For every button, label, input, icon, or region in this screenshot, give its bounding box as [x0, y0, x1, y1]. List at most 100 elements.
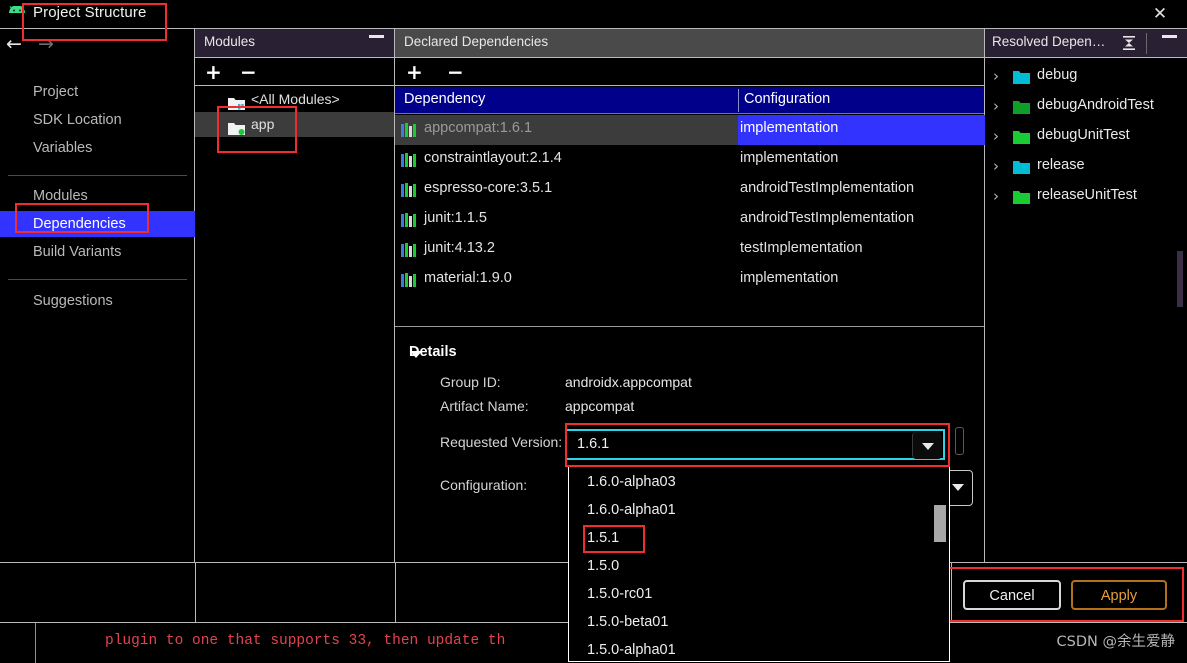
- collapse-icon[interactable]: [369, 35, 384, 38]
- footer-divider-1: [195, 562, 196, 622]
- add-module-button[interactable]: +: [205, 61, 222, 83]
- modules-toolbar: + −: [195, 58, 394, 86]
- header-divider: [1146, 33, 1147, 54]
- modules-panel-header: Modules: [195, 29, 394, 58]
- forward-arrow-icon[interactable]: →: [38, 33, 54, 55]
- artifact-name-value: appcompat: [565, 398, 635, 414]
- column-divider[interactable]: [738, 89, 739, 112]
- left-nav: ← → Project SDK Location Variables Modul…: [0, 28, 195, 562]
- android-icon: [6, 5, 28, 22]
- table-row[interactable]: espresso-core:3.5.1 androidTestImplement…: [395, 175, 984, 205]
- sidebar-item-modules[interactable]: Modules: [0, 183, 195, 209]
- table-row[interactable]: junit:4.13.2 testImplementation: [395, 235, 984, 265]
- resolved-item-debugandroidtest[interactable]: › debugAndroidTest: [985, 92, 1187, 122]
- dropdown-option[interactable]: 1.5.0: [569, 552, 949, 580]
- dependency-configuration: implementation: [740, 270, 839, 286]
- sidebar-item-dependencies[interactable]: Dependencies: [0, 211, 195, 237]
- chevron-right-icon[interactable]: ›: [993, 157, 999, 175]
- chevron-right-icon[interactable]: ›: [993, 127, 999, 145]
- expand-collapse-icon[interactable]: [1119, 34, 1139, 52]
- version-dropdown-list[interactable]: 1.6.0-alpha03 1.6.0-alpha01 1.5.1 1.5.0 …: [568, 465, 950, 662]
- group-id-label: Group ID:: [440, 374, 501, 390]
- dependency-configuration: implementation: [740, 150, 839, 166]
- sidebar-item-sdk-location[interactable]: SDK Location: [0, 107, 195, 133]
- resolved-item-label: releaseUnitTest: [1037, 187, 1137, 203]
- dependency-name: junit:1.1.5: [424, 210, 487, 226]
- resolved-item-releaseunittest[interactable]: › releaseUnitTest: [985, 182, 1187, 212]
- back-arrow-icon[interactable]: ←: [6, 33, 22, 55]
- sidebar-item-build-variants[interactable]: Build Variants: [0, 239, 195, 265]
- dropdown-option[interactable]: 1.6.0-alpha01: [569, 496, 949, 524]
- resolved-item-label: debug: [1037, 67, 1078, 83]
- project-structure-dialog: Project Structure ✕ ← → Project SDK Loca…: [0, 0, 1187, 663]
- declared-panel-header: Declared Dependencies: [395, 29, 984, 58]
- resolved-item-release[interactable]: › release: [985, 152, 1187, 182]
- folder-icon: [1013, 190, 1030, 204]
- dependency-name: material:1.9.0: [424, 270, 512, 286]
- column-header-configuration[interactable]: Configuration: [744, 91, 830, 107]
- artifact-name-label: Artifact Name:: [440, 398, 529, 414]
- dependency-name: junit:4.13.2: [424, 240, 495, 256]
- remove-module-button[interactable]: −: [240, 61, 257, 83]
- resolved-panel-header: Resolved Depen…: [985, 29, 1187, 58]
- title-bar: Project Structure ✕: [0, 0, 1187, 28]
- sidebar-item-project[interactable]: Project: [0, 79, 195, 105]
- dropdown-option[interactable]: 1.5.0-rc01: [569, 580, 949, 608]
- chevron-right-icon[interactable]: ›: [993, 67, 999, 85]
- group-id-value: androidx.appcompat: [565, 374, 692, 390]
- tree-item-app[interactable]: app: [195, 112, 394, 137]
- details-scrollbar[interactable]: [955, 427, 964, 455]
- dropdown-scrollbar-track[interactable]: [934, 466, 948, 661]
- dependency-configuration: androidTestImplementation: [740, 180, 915, 196]
- version-dropdown-toggle[interactable]: [912, 432, 942, 459]
- close-icon[interactable]: ✕: [1147, 3, 1173, 25]
- table-row[interactable]: material:1.9.0 implementation: [395, 265, 984, 295]
- sidebar-item-suggestions[interactable]: Suggestions: [0, 288, 195, 314]
- table-row[interactable]: appcompat:1.6.1 implementation: [395, 115, 985, 145]
- requested-version-input[interactable]: 1.6.1: [577, 436, 609, 452]
- table-row[interactable]: junit:1.1.5 androidTestImplementation: [395, 205, 984, 235]
- apply-button[interactable]: Apply: [1071, 580, 1167, 610]
- resolved-scrollbar[interactable]: [1177, 251, 1183, 307]
- dependency-configuration: implementation: [740, 120, 839, 136]
- resolved-item-label: release: [1037, 157, 1085, 173]
- requested-version-label: Requested Version:: [440, 434, 563, 450]
- footer-divider-3: [951, 562, 952, 622]
- tree-item-label: <All Modules>: [251, 91, 340, 107]
- dropdown-option[interactable]: 1.6.0-alpha03: [569, 468, 949, 496]
- nav-divider-2: [8, 279, 187, 280]
- resolved-item-debug[interactable]: › debug: [985, 62, 1187, 92]
- configuration-label: Configuration:: [440, 477, 528, 493]
- library-icon: [401, 153, 418, 167]
- modules-panel: Modules + − <All Modules> app: [195, 28, 395, 562]
- tree-item-label: app: [251, 116, 275, 132]
- column-header-dependency[interactable]: Dependency: [404, 91, 485, 107]
- remove-dependency-button[interactable]: −: [447, 61, 464, 83]
- details-divider: [395, 326, 984, 327]
- console-error-message: plugin to one that supports 33, then upd…: [105, 633, 506, 649]
- requested-version-combobox[interactable]: 1.6.1: [565, 429, 945, 460]
- tree-item-all-modules[interactable]: <All Modules>: [195, 87, 394, 112]
- nav-divider-1: [8, 175, 187, 176]
- library-icon: [401, 183, 418, 197]
- table-row[interactable]: constraintlayout:2.1.4 implementation: [395, 145, 984, 175]
- dependencies-toolbar: + −: [395, 58, 984, 86]
- dropdown-option[interactable]: 1.5.1: [569, 524, 949, 552]
- folder-icon: [1013, 70, 1030, 84]
- dropdown-option[interactable]: 1.5.0-alpha01: [569, 636, 949, 661]
- add-dependency-button[interactable]: +: [406, 61, 423, 83]
- dropdown-scrollbar-thumb[interactable]: [934, 505, 946, 542]
- watermark: CSDN @余生爱静: [1056, 634, 1175, 650]
- library-icon: [401, 213, 418, 227]
- sidebar-item-variables[interactable]: Variables: [0, 135, 195, 161]
- resolved-panel-title: Resolved Depen…: [992, 34, 1106, 49]
- resolved-item-label: debugUnitTest: [1037, 127, 1130, 143]
- dependency-configuration: testImplementation: [740, 240, 863, 256]
- dropdown-option[interactable]: 1.5.0-beta01: [569, 608, 949, 636]
- cancel-button[interactable]: Cancel: [963, 580, 1061, 610]
- resolved-item-label: debugAndroidTest: [1037, 97, 1154, 113]
- chevron-right-icon[interactable]: ›: [993, 97, 999, 115]
- resolved-item-debugunittest[interactable]: › debugUnitTest: [985, 122, 1187, 152]
- chevron-right-icon[interactable]: ›: [993, 187, 999, 205]
- collapse-icon[interactable]: [1162, 35, 1177, 38]
